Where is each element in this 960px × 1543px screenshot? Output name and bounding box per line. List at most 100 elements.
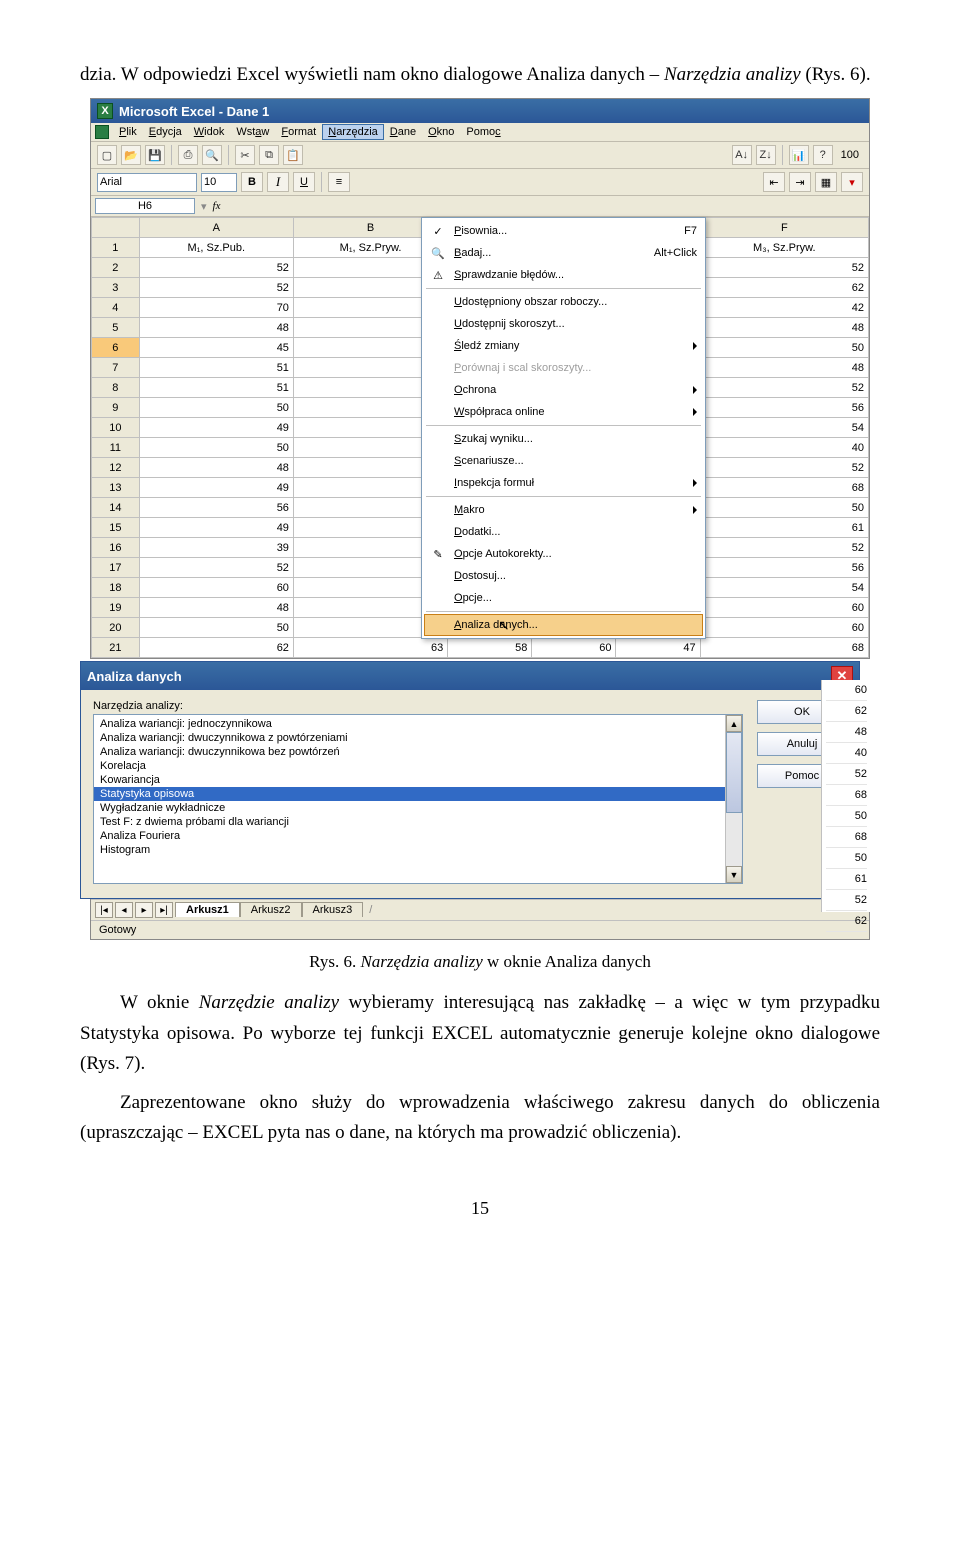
tools-menu-dropdown[interactable]: ✓Pisownia...F7🔍Badaj...Alt+Click⚠Sprawdz…: [421, 217, 706, 639]
cell[interactable]: 61: [700, 518, 868, 538]
table-row[interactable]: 21626358604768: [92, 638, 869, 658]
list-item[interactable]: Analiza wariancji: dwuczynnikowa z powtó…: [94, 731, 725, 745]
cell[interactable]: M₃, Sz.Pryw.: [700, 238, 868, 258]
row-header[interactable]: 13: [92, 478, 140, 498]
cell[interactable]: 48: [139, 458, 293, 478]
sheet-tab[interactable]: Arkusz1: [175, 902, 240, 917]
menu-item[interactable]: Inspekcja formuł: [424, 472, 703, 494]
cell[interactable]: 56: [700, 398, 868, 418]
new-icon[interactable]: ▢: [97, 145, 117, 165]
menu-item[interactable]: Edycja: [143, 124, 188, 140]
menu-item[interactable]: Widok: [188, 124, 231, 140]
copy-icon[interactable]: ⧉: [259, 145, 279, 165]
cell[interactable]: 54: [700, 418, 868, 438]
menu-item[interactable]: Pomoc: [460, 124, 506, 140]
scroll-down-icon[interactable]: ▼: [726, 866, 742, 883]
help-icon[interactable]: ?: [813, 145, 833, 165]
cell[interactable]: 52: [139, 278, 293, 298]
list-item[interactable]: Analiza wariancji: jednoczynnikowa: [94, 717, 725, 731]
cell[interactable]: 62: [139, 638, 293, 658]
listbox-scrollbar[interactable]: ▲ ▼: [725, 715, 742, 883]
underline-button[interactable]: U: [293, 172, 315, 192]
cell[interactable]: 62: [700, 278, 868, 298]
menu-item[interactable]: Wstaw: [230, 124, 275, 140]
font-size-input[interactable]: [201, 173, 237, 192]
list-item[interactable]: Statystyka opisowa: [94, 787, 725, 801]
menu-item[interactable]: Dodatki...: [424, 521, 703, 543]
chart-icon[interactable]: 📊: [789, 145, 809, 165]
cell[interactable]: 52: [139, 558, 293, 578]
cut-icon[interactable]: ✂: [235, 145, 255, 165]
row-header[interactable]: 20: [92, 618, 140, 638]
row-header[interactable]: 17: [92, 558, 140, 578]
row-header[interactable]: 7: [92, 358, 140, 378]
fill-color-icon[interactable]: ▾: [841, 172, 863, 192]
fx-icon[interactable]: fx: [213, 200, 221, 212]
cell[interactable]: 60: [700, 618, 868, 638]
scroll-track[interactable]: [726, 732, 742, 866]
row-header[interactable]: 3: [92, 278, 140, 298]
analysis-listbox[interactable]: Analiza wariancji: jednoczynnikowaAnaliz…: [93, 714, 743, 884]
menu-item[interactable]: Udostępnij skoroszyt...: [424, 313, 703, 335]
cell[interactable]: 52: [700, 378, 868, 398]
font-name-input[interactable]: [97, 173, 197, 192]
sort-desc-icon[interactable]: Z↓: [756, 145, 776, 165]
indent-inc-icon[interactable]: ⇥: [789, 172, 811, 192]
col-header-f[interactable]: F: [700, 218, 868, 238]
row-header[interactable]: 10: [92, 418, 140, 438]
menu-item[interactable]: Analiza danych...↖: [424, 614, 703, 636]
indent-dec-icon[interactable]: ⇤: [763, 172, 785, 192]
list-item[interactable]: Korelacja: [94, 759, 725, 773]
row-header[interactable]: 9: [92, 398, 140, 418]
name-box[interactable]: H6: [95, 198, 195, 214]
cell[interactable]: 56: [139, 498, 293, 518]
cell[interactable]: 48: [139, 598, 293, 618]
cell[interactable]: 49: [139, 478, 293, 498]
tab-nav-last-icon[interactable]: ▸|: [155, 902, 173, 918]
list-item[interactable]: Wygładzanie wykładnicze: [94, 801, 725, 815]
menu-item[interactable]: 🔍Badaj...Alt+Click: [424, 242, 703, 264]
cell[interactable]: 48: [700, 358, 868, 378]
row-header[interactable]: 11: [92, 438, 140, 458]
row-header[interactable]: 5: [92, 318, 140, 338]
cell[interactable]: 40: [700, 438, 868, 458]
cell[interactable]: 58: [448, 638, 532, 658]
cell[interactable]: 50: [139, 618, 293, 638]
borders-icon[interactable]: ▦: [815, 172, 837, 192]
menu-item[interactable]: Szukaj wyniku...: [424, 428, 703, 450]
tab-nav-next-icon[interactable]: ▸: [135, 902, 153, 918]
cell[interactable]: 56: [700, 558, 868, 578]
cell[interactable]: 52: [139, 258, 293, 278]
row-header[interactable]: 6: [92, 338, 140, 358]
scroll-thumb[interactable]: [726, 732, 742, 812]
menu-item[interactable]: Śledź zmiany: [424, 335, 703, 357]
menu-item[interactable]: ✎Opcje Autokorekty...: [424, 543, 703, 565]
sheet-tab[interactable]: Arkusz2: [240, 902, 302, 917]
row-header[interactable]: 15: [92, 518, 140, 538]
cell[interactable]: 63: [293, 638, 447, 658]
fx-dropdown-icon[interactable]: ▾: [201, 200, 207, 213]
cell[interactable]: 52: [700, 258, 868, 278]
cell[interactable]: 50: [700, 498, 868, 518]
tab-nav-prev-icon[interactable]: ◂: [115, 902, 133, 918]
menu-item[interactable]: Format: [275, 124, 322, 140]
italic-button[interactable]: I: [267, 172, 289, 192]
cell[interactable]: 52: [700, 458, 868, 478]
preview-icon[interactable]: 🔍: [202, 145, 222, 165]
menu-item[interactable]: Udostępniony obszar roboczy...: [424, 291, 703, 313]
cell[interactable]: 47: [616, 638, 700, 658]
cell[interactable]: 48: [700, 318, 868, 338]
cell[interactable]: 60: [139, 578, 293, 598]
zoom-value[interactable]: 100: [837, 149, 863, 161]
cell[interactable]: 60: [532, 638, 616, 658]
row-header[interactable]: 18: [92, 578, 140, 598]
row-header[interactable]: 1: [92, 238, 140, 258]
row-header[interactable]: 12: [92, 458, 140, 478]
menu-item[interactable]: Okno: [422, 124, 460, 140]
menu-item[interactable]: Narzędzia: [322, 124, 384, 140]
cell[interactable]: 51: [139, 358, 293, 378]
menu-item[interactable]: Scenariusze...: [424, 450, 703, 472]
cell[interactable]: 48: [139, 318, 293, 338]
row-header[interactable]: 16: [92, 538, 140, 558]
select-all-corner[interactable]: [92, 218, 140, 238]
